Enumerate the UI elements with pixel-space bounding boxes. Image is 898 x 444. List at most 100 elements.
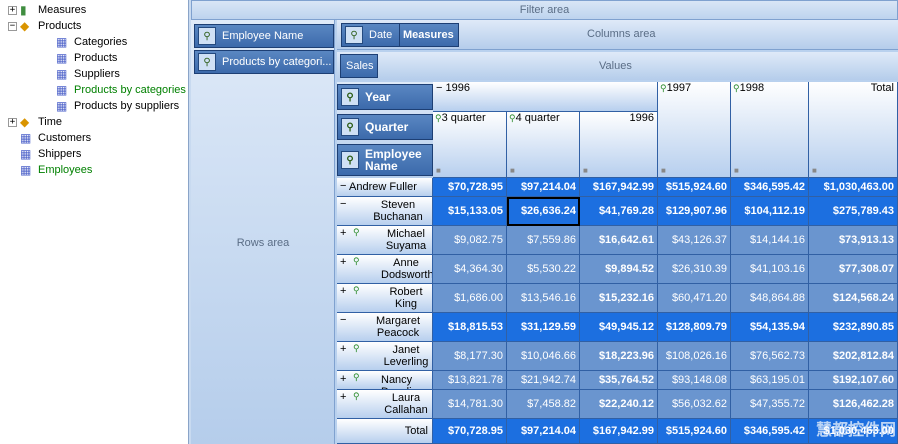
tree-node[interactable]: ▦ Products [44,50,117,66]
value-cell[interactable]: $124,568.24 [809,284,898,313]
value-cell[interactable]: $43,126.37 [658,226,731,255]
value-cell[interactable]: $22,240.12 [580,390,658,419]
value-cell[interactable]: $48,864.88 [731,284,809,313]
value-cell[interactable]: $21,942.74 [507,371,580,390]
collapse-icon[interactable]: − [340,198,346,210]
total-cell[interactable]: $515,924.60 [658,419,731,444]
value-cell[interactable]: $129,907.96 [658,197,731,226]
value-cell[interactable]: $41,103.16 [731,255,809,284]
value-cell[interactable]: $73,913.13 [809,226,898,255]
value-cell[interactable]: $18,223.96 [580,342,658,371]
value-cell[interactable]: $26,310.39 [658,255,731,284]
row-header-employee[interactable]: + ⚲ Janet Leverling [337,342,433,371]
expand-icon[interactable]: + [8,5,17,15]
expand-icon[interactable]: + [340,391,346,403]
level-quarter[interactable]: ⚲ Quarter [337,114,433,140]
col-header-y1997[interactable]: ⚲1997 ■ [658,82,731,178]
value-cell[interactable]: $346,595.42 [731,178,809,197]
value-cell[interactable]: $60,471.20 [658,284,731,313]
total-cell[interactable]: $346,595.42 [731,419,809,444]
value-cell[interactable]: $56,032.62 [658,390,731,419]
value-cell[interactable]: $15,133.05 [433,197,507,226]
value-cell[interactable]: $9,894.52 [580,255,658,284]
level-year[interactable]: ⚲ Year [337,84,433,110]
value-cell[interactable]: $1,030,463.00 [809,178,898,197]
collapse-icon[interactable]: − [8,21,17,31]
value-cell[interactable]: $41,769.28 [580,197,658,226]
value-cell[interactable]: $18,815.53 [433,313,507,342]
value-cell[interactable]: $54,135.94 [731,313,809,342]
collapse-icon[interactable]: − [340,314,346,326]
filter-area[interactable]: Filter area [191,0,898,20]
data-field-sales[interactable]: Sales [340,54,378,78]
row-field-products-by-categories[interactable]: ⚲ Products by categori... [194,50,334,74]
col-header-q3[interactable]: ⚲3 quarter ■ [433,112,507,178]
value-cell[interactable]: $76,562.73 [731,342,809,371]
tree-node[interactable]: + ◆ Time [8,114,62,130]
row-header-employee[interactable]: − Andrew Fuller [337,178,433,197]
value-cell[interactable]: $31,129.59 [507,313,580,342]
value-cell[interactable]: $1,686.00 [433,284,507,313]
tree-node[interactable]: + ▮ Measures [8,2,86,18]
value-cell[interactable]: $70,728.95 [433,178,507,197]
value-cell[interactable]: $192,107.60 [809,371,898,390]
value-cell[interactable]: $104,112.19 [731,197,809,226]
tree-node[interactable]: ▦ Customers [8,130,91,146]
row-field-employee-name[interactable]: ⚲ Employee Name [194,24,334,48]
value-cell[interactable]: $47,355.72 [731,390,809,419]
value-cell[interactable]: $275,789.43 [809,197,898,226]
row-header-employee[interactable]: + ⚲ Michael Suyama [337,226,433,255]
tree-node[interactable]: ▦ Suppliers [44,66,120,82]
col-header-q4[interactable]: ⚲4 quarter ■ [507,112,580,178]
tree-node[interactable]: ▦ Products by categories [44,82,186,98]
value-cell[interactable]: $26,636.24 [507,197,580,226]
col-header-y1998[interactable]: ⚲1998 ■ [731,82,809,178]
expand-icon[interactable]: + [8,117,17,127]
total-cell[interactable]: $97,214.04 [507,419,580,444]
col-field-measures[interactable]: Measures [399,23,459,47]
total-cell[interactable]: $70,728.95 [433,419,507,444]
value-cell[interactable]: $35,764.52 [580,371,658,390]
tree-node[interactable]: ▦ Employees [8,162,92,178]
data-area[interactable]: Sales Values [337,52,898,80]
row-header-employee[interactable]: + ⚲ Robert King [337,284,433,313]
value-cell[interactable]: $16,642.61 [580,226,658,255]
value-cell[interactable]: $10,046.66 [507,342,580,371]
total-cell[interactable]: $167,942.99 [580,419,658,444]
value-cell[interactable]: $8,177.30 [433,342,507,371]
value-cell[interactable]: $49,945.12 [580,313,658,342]
columns-area[interactable]: ⚲ Date Measures Columns area [337,20,898,50]
expand-icon[interactable]: + [340,343,346,355]
expand-icon[interactable]: + [340,373,346,385]
value-cell[interactable]: $126,462.28 [809,390,898,419]
col-header-1996[interactable]: − 1996 [433,82,658,112]
tree-node[interactable]: ▦ Products by suppliers [44,98,179,114]
value-cell[interactable]: $97,214.04 [507,178,580,197]
value-cell[interactable]: $232,890.85 [809,313,898,342]
tree-node[interactable]: − ◆ Products [8,18,81,34]
value-cell[interactable]: $14,781.30 [433,390,507,419]
value-cell[interactable]: $93,148.08 [658,371,731,390]
row-header-employee[interactable]: + ⚲ Laura Callahan [337,390,433,419]
expand-icon[interactable]: + [340,285,346,297]
value-cell[interactable]: $7,458.82 [507,390,580,419]
rows-area[interactable]: Rows area ⚲ Employee Name ⚲ Products by … [191,20,335,444]
value-cell[interactable]: $14,144.16 [731,226,809,255]
level-employee-name[interactable]: ⚲ Employee Name [337,144,433,176]
field-list-tree[interactable]: + ▮ Measures − ◆ Products ▦ Categories ▦ Products… [0,0,189,444]
row-header-employee[interactable]: − Margaret Peacock [337,313,433,342]
value-cell[interactable]: $77,308.07 [809,255,898,284]
expand-icon[interactable]: + [340,227,346,239]
value-cell[interactable]: $4,364.30 [433,255,507,284]
row-header-employee[interactable]: − Steven Buchanan [337,197,433,226]
value-cell[interactable]: $7,559.86 [507,226,580,255]
collapse-icon[interactable]: − [436,82,442,94]
row-header-employee[interactable]: + ⚲ Anne Dodsworth [337,255,433,284]
value-cell[interactable]: $13,546.16 [507,284,580,313]
value-cell[interactable]: $15,232.16 [580,284,658,313]
value-cell[interactable]: $128,809.79 [658,313,731,342]
collapse-icon[interactable]: − [340,180,346,192]
value-cell[interactable]: $5,530.22 [507,255,580,284]
value-cell[interactable]: $167,942.99 [580,178,658,197]
value-cell[interactable]: $202,812.84 [809,342,898,371]
